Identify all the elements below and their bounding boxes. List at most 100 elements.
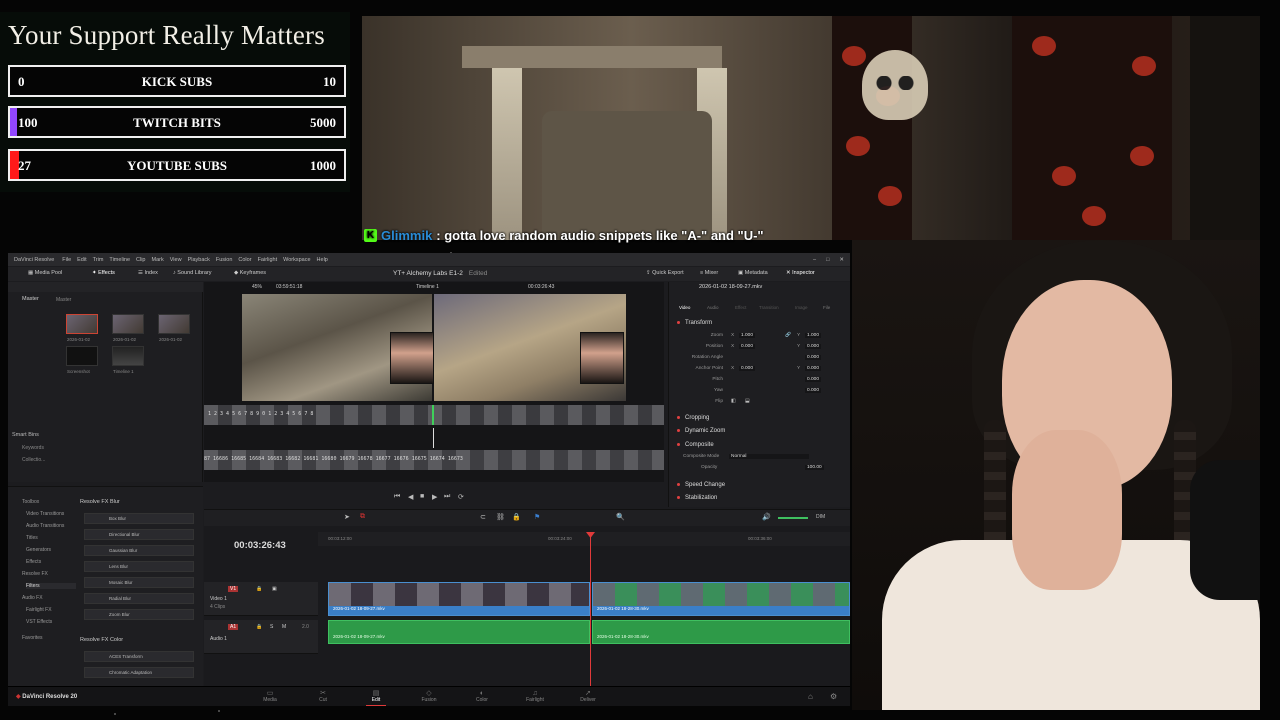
tab-audio[interactable]: Audio: [707, 305, 719, 310]
index-button[interactable]: ☰ Index: [138, 270, 158, 276]
tab-video[interactable]: Video: [679, 305, 690, 310]
position-y-field[interactable]: 0.000: [805, 344, 822, 349]
fx-lens-blur[interactable]: Lens Blur: [84, 561, 194, 572]
monitor-icon[interactable]: ▣: [272, 586, 277, 592]
menu-timeline[interactable]: Timeline: [109, 257, 130, 263]
media-pool-button[interactable]: ▦ Media Pool: [28, 270, 62, 276]
composite-mode-select[interactable]: Normal: [729, 454, 809, 459]
tree-generators[interactable]: Generators: [26, 547, 51, 553]
menu-fusion[interactable]: Fusion: [216, 257, 233, 263]
viewer-playhead[interactable]: [433, 428, 434, 448]
page-deliver[interactable]: ➚ Deliver: [568, 690, 608, 703]
snapping-icon[interactable]: ⊂: [480, 513, 486, 521]
volume-slider[interactable]: [778, 517, 808, 519]
page-cut[interactable]: ✂ Cut: [303, 690, 343, 703]
flip-horizontal-icon[interactable]: ◧: [731, 399, 736, 404]
settings-gear-icon[interactable]: ⚙: [830, 692, 837, 701]
menu-playback[interactable]: Playback: [188, 257, 210, 263]
loop-icon[interactable]: ⟳: [458, 493, 464, 501]
fx-chromatic-adaptation[interactable]: Chromatic Adaptation: [84, 667, 194, 678]
master-bin[interactable]: Master: [22, 296, 39, 302]
mixer-button[interactable]: ≡ Mixer: [700, 270, 718, 276]
metadata-button[interactable]: ▣ Metadata: [738, 270, 768, 276]
yaw-field[interactable]: 0.000: [805, 388, 822, 393]
sound-library-button[interactable]: ♪ Sound Library: [173, 270, 212, 276]
menu-fairlight[interactable]: Fairlight: [258, 257, 278, 263]
page-edit[interactable]: ▤ Edit: [356, 690, 396, 706]
fx-zoom-blur[interactable]: Zoom Blur: [84, 609, 194, 620]
anchor-y-field[interactable]: 0.000: [805, 366, 822, 371]
tree-vst-effects[interactable]: VST Effects: [26, 619, 52, 625]
speed-change-section[interactable]: Speed Change: [677, 482, 725, 488]
tree-effects[interactable]: Effects: [26, 559, 41, 565]
menu-trim[interactable]: Trim: [93, 257, 104, 263]
selection-tool-icon[interactable]: ➤: [344, 513, 350, 521]
skip-forward-icon[interactable]: ⏭: [444, 493, 450, 501]
tree-fairlight-fx[interactable]: Fairlight FX: [26, 607, 52, 613]
maximize-icon[interactable]: □: [826, 257, 829, 263]
pitch-field[interactable]: 0.000: [805, 377, 822, 382]
dim-button[interactable]: DIM: [816, 514, 825, 520]
composite-section[interactable]: Composite: [677, 442, 714, 448]
zoom-level[interactable]: 45%: [252, 284, 262, 290]
track-tag-v1[interactable]: V1: [228, 586, 239, 592]
media-clip[interactable]: 2026-01-02: [66, 314, 98, 342]
inspector-button[interactable]: ✕ Inspector: [786, 270, 815, 276]
page-media[interactable]: ▭ Media: [250, 690, 290, 703]
lock-track-icon[interactable]: 🔒: [256, 586, 262, 592]
tree-video-transitions[interactable]: Video Transitions: [26, 511, 64, 517]
home-icon[interactable]: ⌂: [808, 692, 813, 701]
solo-button[interactable]: S: [270, 624, 273, 630]
fx-directional-blur[interactable]: Directional Blur: [84, 529, 194, 540]
tree-toolbox[interactable]: Toolbox: [22, 499, 39, 505]
audio-clip[interactable]: 2026-01-02 18-28-30.mkv: [592, 620, 850, 644]
flip-vertical-icon[interactable]: ⬓: [745, 399, 750, 404]
play-icon[interactable]: ▶: [432, 493, 437, 501]
page-fusion[interactable]: ◇ Fusion: [409, 690, 449, 703]
menu-help[interactable]: Help: [317, 257, 328, 263]
tab-image[interactable]: Image: [795, 305, 808, 310]
quick-export-button[interactable]: ⇪ Quick Export: [646, 270, 684, 276]
track-tag-a1[interactable]: A1: [228, 624, 239, 630]
skip-back-icon[interactable]: ⏮: [394, 493, 400, 501]
lock-track-icon[interactable]: 🔒: [256, 624, 262, 630]
stabilization-section[interactable]: Stabilization: [677, 495, 717, 501]
timeline-item[interactable]: Timeline 1: [112, 346, 144, 374]
timeline-selector[interactable]: Timeline 1: [416, 284, 439, 290]
timeline-playhead[interactable]: [590, 532, 591, 687]
fx-radial-blur[interactable]: Radial Blur: [84, 593, 194, 604]
menu-view[interactable]: View: [170, 257, 182, 263]
video-clip[interactable]: 2026-01-02 18-28-30.mkv: [592, 582, 850, 616]
fx-mosaic-blur[interactable]: Mosaic Blur: [84, 577, 194, 588]
close-icon[interactable]: ✕: [839, 257, 844, 263]
mute-button[interactable]: M: [282, 624, 286, 630]
tree-resolve-fx[interactable]: Resolve FX: [22, 571, 48, 577]
tree-audio-fx[interactable]: Audio FX: [22, 595, 43, 601]
menu-clip[interactable]: Clip: [136, 257, 145, 263]
fx-gaussian-blur[interactable]: Gaussian Blur: [84, 545, 194, 556]
menu-mark[interactable]: Mark: [152, 257, 164, 263]
audio-clip[interactable]: 2026-01-02 18-09-27.mkv: [328, 620, 590, 644]
timeline-ruler[interactable]: 00:03:12:00 00:03:24:00 00:03:36:00: [318, 532, 850, 546]
flag-icon[interactable]: ⚑: [534, 513, 540, 521]
cropping-section[interactable]: Cropping: [677, 415, 709, 421]
anchor-x-field[interactable]: 0.000: [739, 366, 756, 371]
smart-bin-collections[interactable]: Collectio...: [22, 457, 45, 463]
effects-button[interactable]: ✦ Effects: [92, 270, 115, 276]
media-clip[interactable]: 2026-01-02: [112, 314, 144, 342]
page-color[interactable]: ◐ Color: [462, 690, 502, 703]
media-clip[interactable]: 2026-01-02: [158, 314, 190, 342]
menu-file[interactable]: File: [62, 257, 71, 263]
tab-effect[interactable]: Effect: [735, 305, 746, 310]
keyframes-button[interactable]: ◆ Keyframes: [234, 270, 266, 276]
rotation-field[interactable]: 0.000: [805, 355, 822, 360]
dynamic-zoom-section[interactable]: Dynamic Zoom: [677, 428, 725, 434]
zoom-icon[interactable]: 🔍: [616, 513, 625, 521]
lock-icon[interactable]: 🔒: [512, 513, 521, 521]
tree-favorites[interactable]: Favorites: [22, 635, 43, 641]
page-fairlight[interactable]: ♫ Fairlight: [515, 690, 555, 703]
video-clip[interactable]: 2026-01-02 18-09-27.mkv: [328, 582, 590, 616]
stop-icon[interactable]: ■: [420, 493, 424, 500]
fx-aces-transform[interactable]: ACES Transform: [84, 651, 194, 662]
media-clip[interactable]: Screenshot: [66, 346, 98, 374]
